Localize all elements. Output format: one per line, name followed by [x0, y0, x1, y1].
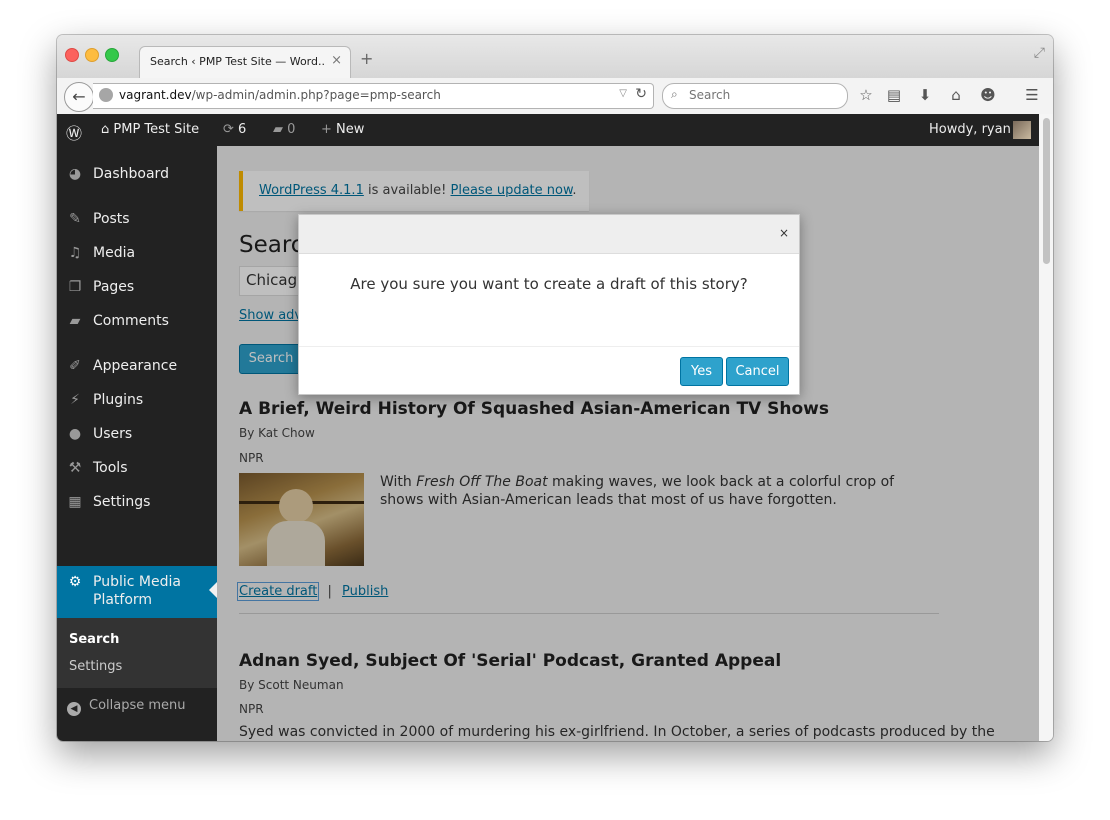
sidebar-item-label: Users	[93, 426, 133, 442]
updates-icon: ⟳	[223, 122, 239, 137]
bookmark-star-icon[interactable]: ☆	[856, 86, 876, 104]
cancel-button[interactable]: Cancel	[726, 357, 789, 386]
wrench-icon: ⚒	[68, 460, 82, 476]
search-icon: ⌕	[671, 87, 678, 101]
sidebar-item-dashboard[interactable]: ◕ Dashboard	[57, 160, 217, 190]
sidebar-item-settings[interactable]: ▦ Settings	[57, 488, 217, 518]
new-tab-button[interactable]: +	[360, 49, 373, 68]
tab-title: Search ‹ PMP Test Site — Word...	[150, 55, 325, 68]
site-link[interactable]: ⌂ PMP Test Site	[101, 122, 199, 137]
reading-list-icon[interactable]: ▤	[884, 86, 904, 104]
globe-icon	[99, 88, 113, 102]
updates-link[interactable]: ⟳ 6	[223, 122, 246, 137]
sidebar-item-plugins[interactable]: ⚡ Plugins	[57, 386, 217, 416]
close-window-button[interactable]	[65, 48, 79, 62]
sidebar-item-comments[interactable]: ▰ Comments	[57, 307, 217, 337]
user-greeting[interactable]: Howdy, ryan	[929, 122, 1011, 137]
brush-icon: ✐	[69, 358, 81, 374]
reload-icon[interactable]: ↻	[635, 86, 647, 102]
home-icon: ⌂	[101, 122, 114, 137]
comments-count: 0	[287, 122, 296, 137]
sidebar-item-label: Tools	[93, 460, 128, 476]
collapse-arrow-icon: ◀	[67, 702, 81, 716]
gear-icon: ⚙	[68, 574, 82, 590]
collapse-label: Collapse menu	[89, 698, 186, 713]
sidebar-item-label: Comments	[93, 313, 169, 329]
dialog-message: Are you sure you want to create a draft …	[350, 275, 748, 293]
navigation-bar: ← vagrant.dev/wp-admin/admin.php?page=pm…	[57, 78, 1053, 115]
browser-search-input[interactable]	[687, 87, 841, 103]
sidebar-active-label-line2: Platform	[93, 592, 153, 608]
sidebar-active-label-line1: Public Media	[93, 574, 181, 590]
avatar[interactable]	[1013, 121, 1031, 139]
sidebar-item-tools[interactable]: ⚒ Tools	[57, 454, 217, 484]
admin-sidebar: ◕ Dashboard ✎ Posts ♫ Media ❐ Pages ▰ Comment…	[57, 146, 217, 741]
url-host: vagrant.dev	[119, 88, 192, 102]
sidebar-item-posts[interactable]: ✎ Posts	[57, 205, 217, 235]
submenu-item-search[interactable]: Search	[69, 632, 119, 647]
tab-bar: Search ‹ PMP Test Site — Word... × + ⤢	[57, 35, 1053, 79]
comments-link[interactable]: ▰ 0	[273, 122, 295, 137]
sidebar-item-label: Settings	[93, 494, 151, 510]
yes-button[interactable]: Yes	[680, 357, 723, 386]
url-path: /wp-admin/admin.php?page=pmp-search	[191, 88, 441, 102]
pages-icon: ❐	[68, 279, 82, 295]
updates-count: 6	[238, 122, 247, 137]
sidebar-item-label: Appearance	[93, 358, 178, 374]
plug-icon: ⚡	[70, 392, 80, 408]
sidebar-item-label: Plugins	[93, 392, 144, 408]
menu-hamburger-icon[interactable]: ☰	[1022, 86, 1042, 104]
sidebar-item-media[interactable]: ♫ Media	[57, 239, 217, 269]
new-label: New	[336, 122, 365, 137]
url-dropdown-icon[interactable]: ▽	[619, 88, 627, 99]
sidebar-item-label: Media	[93, 245, 136, 261]
dashboard-icon: ◕	[68, 166, 82, 182]
tab-close-icon[interactable]: ×	[331, 53, 342, 68]
media-icon: ♫	[68, 245, 82, 261]
user-icon: ●	[68, 426, 82, 442]
chat-icon[interactable]: ☻	[978, 86, 998, 104]
home-icon[interactable]: ⌂	[946, 86, 966, 104]
download-icon[interactable]: ⬇	[915, 86, 935, 104]
collapse-menu-button[interactable]: ◀ Collapse menu	[67, 698, 186, 716]
back-arrow-icon: ←	[72, 87, 86, 106]
wordpress-logo-icon[interactable]: Ⓦ	[66, 120, 82, 144]
sidebar-item-public-media-platform[interactable]: ⚙ Public Media Platform	[57, 566, 217, 618]
submenu-item-settings[interactable]: Settings	[69, 659, 122, 674]
fullscreen-icon[interactable]: ⤢	[1034, 45, 1045, 61]
plus-icon: +	[321, 122, 337, 137]
sidebar-item-label: Posts	[93, 211, 130, 227]
back-button[interactable]: ←	[64, 82, 94, 112]
settings-icon: ▦	[68, 494, 82, 510]
page-scrollbar[interactable]	[1039, 114, 1053, 741]
sidebar-item-label: Pages	[93, 279, 135, 295]
sidebar-item-pages[interactable]: ❐ Pages	[57, 273, 217, 303]
sidebar-item-label: Dashboard	[93, 166, 169, 182]
sidebar-item-appearance[interactable]: ✐ Appearance	[57, 352, 217, 382]
wp-admin-bar: Ⓦ ⌂ PMP Test Site ⟳ 6 ▰ 0 + New Howdy, r…	[57, 114, 1039, 146]
browser-search-box[interactable]: ⌕	[662, 83, 848, 109]
new-content-link[interactable]: + New	[321, 122, 364, 137]
url-text[interactable]: vagrant.dev/wp-admin/admin.php?page=pmp-…	[119, 88, 441, 102]
dialog-close-icon[interactable]: ×	[779, 226, 789, 240]
dialog-footer: Yes Cancel	[299, 346, 799, 395]
comment-bubble-icon: ▰	[273, 122, 288, 137]
confirm-dialog: × Are you sure you want to create a draf…	[298, 214, 800, 395]
submenu: Search Settings	[57, 618, 217, 688]
comment-icon: ▰	[69, 313, 81, 329]
active-menu-arrow	[209, 582, 217, 598]
pin-icon: ✎	[69, 211, 81, 227]
browser-window: Search ‹ PMP Test Site — Word... × + ⤢ ←…	[57, 35, 1053, 741]
sidebar-item-users[interactable]: ● Users	[57, 420, 217, 450]
site-name: PMP Test Site	[113, 122, 200, 137]
sidebar-item-label: Public Media Platform	[93, 573, 181, 609]
scrollbar-thumb[interactable]	[1043, 118, 1050, 264]
browser-tab[interactable]: Search ‹ PMP Test Site — Word... ×	[139, 46, 351, 79]
minimize-window-button[interactable]	[85, 48, 99, 62]
dialog-header: ×	[299, 215, 799, 254]
url-bar[interactable]: vagrant.dev/wp-admin/admin.php?page=pmp-…	[93, 83, 654, 109]
zoom-window-button[interactable]	[105, 48, 119, 62]
